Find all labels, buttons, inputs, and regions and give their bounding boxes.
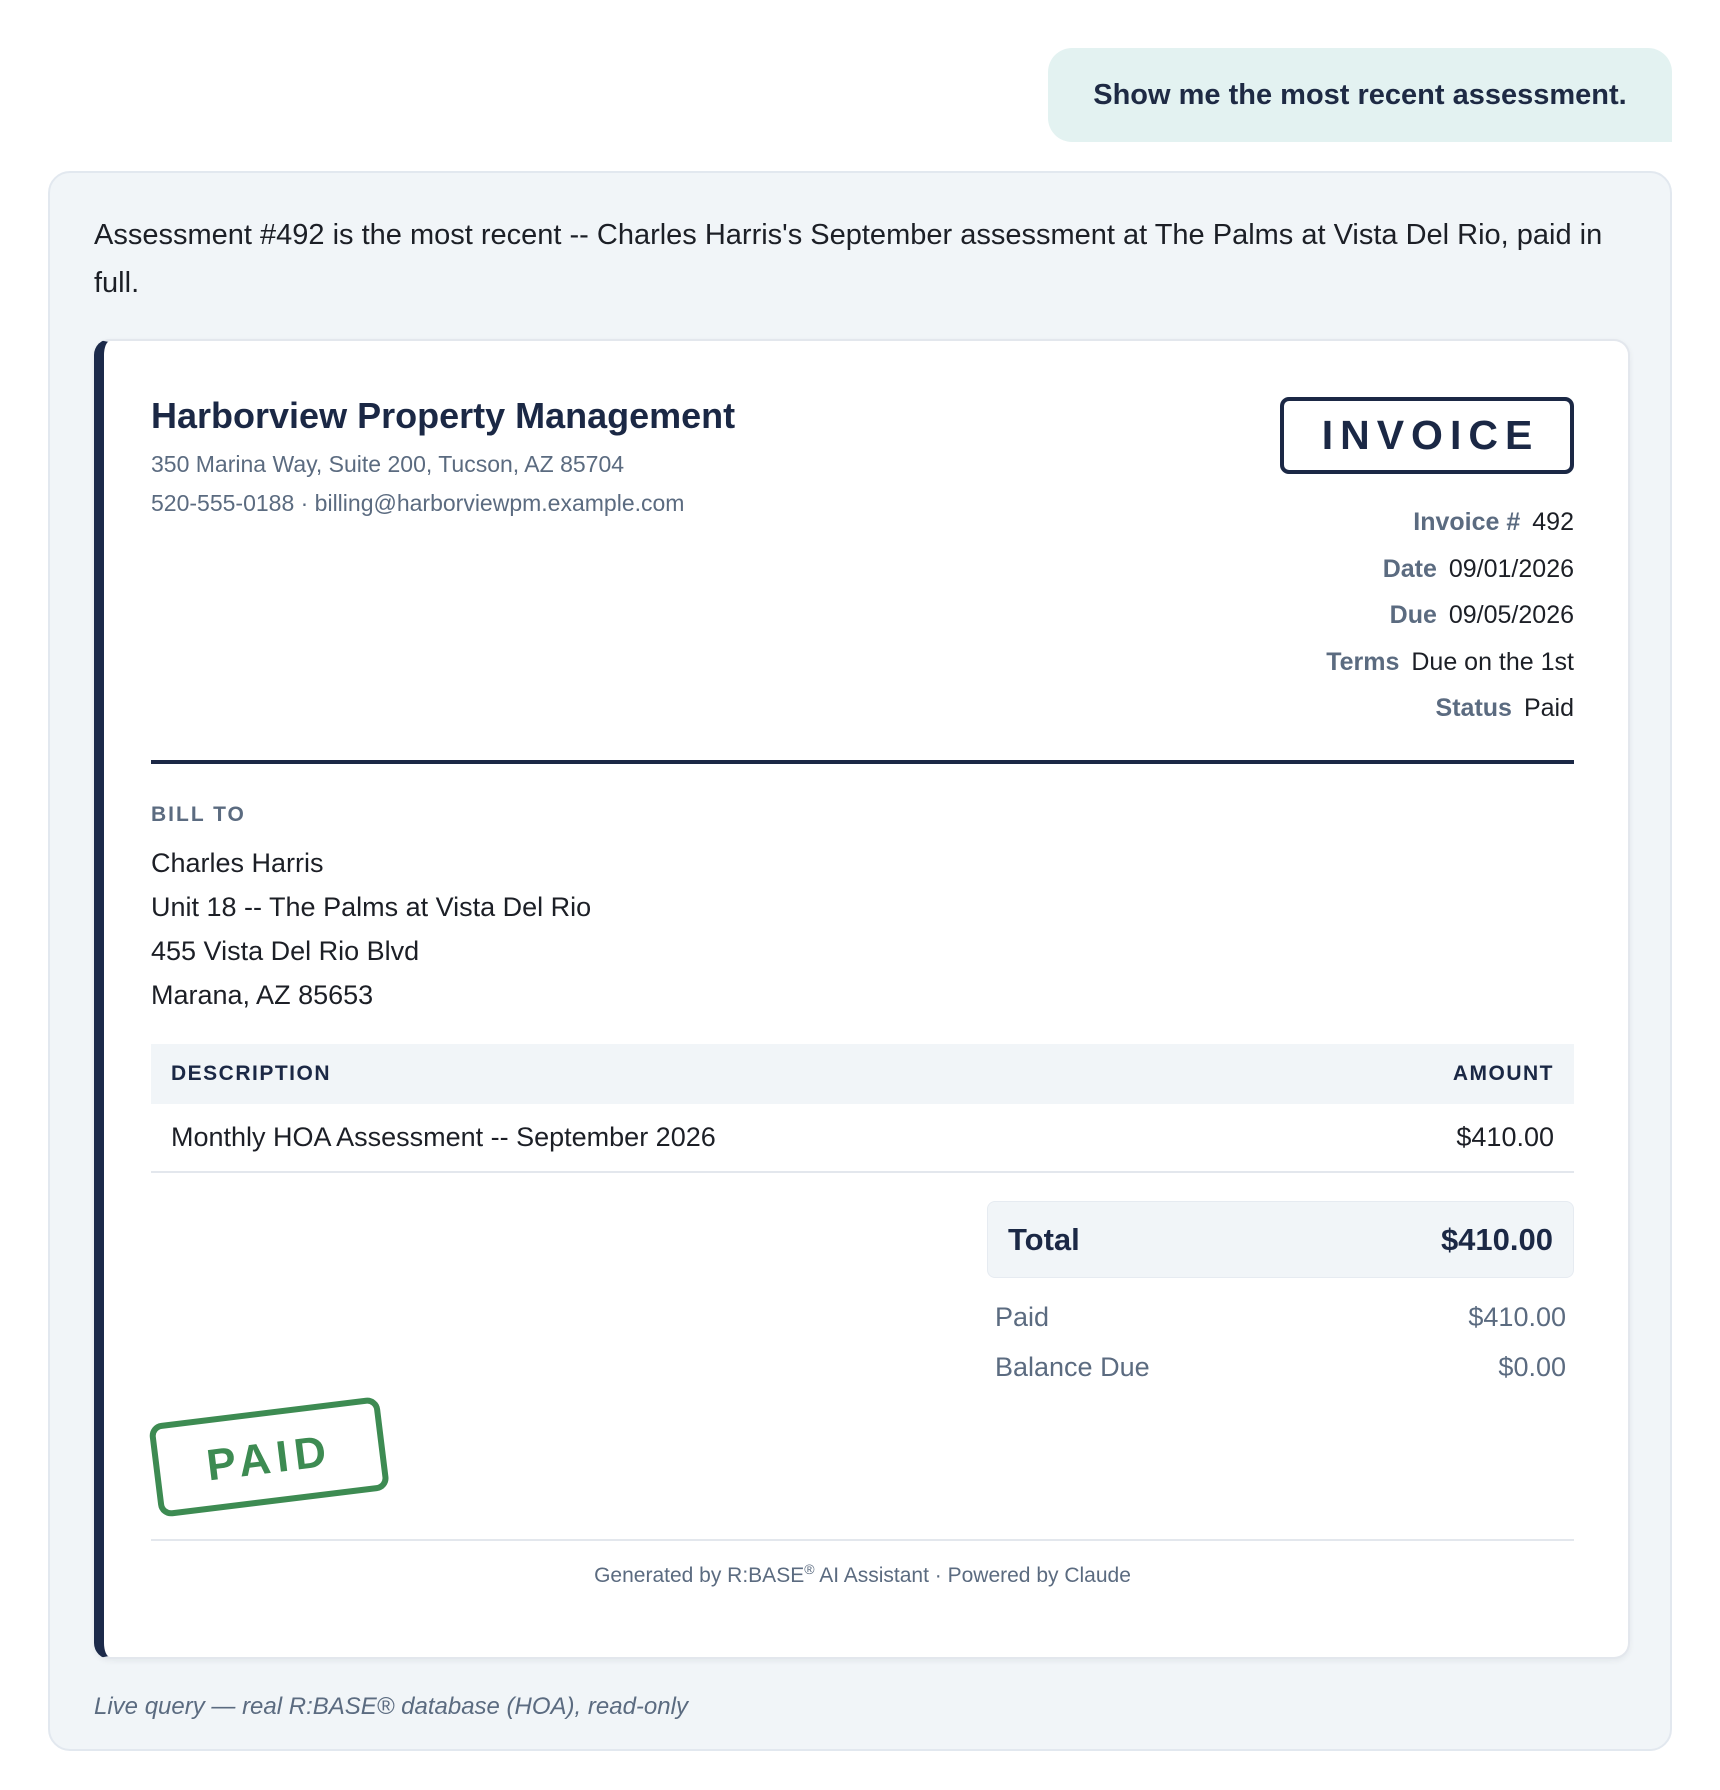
meta-value: 492 xyxy=(1532,508,1574,536)
meta-value: 09/01/2026 xyxy=(1448,554,1574,583)
bill-to-name: Charles Harris xyxy=(151,848,324,878)
user-message-text: Show me the most recent assessment. xyxy=(1093,78,1627,111)
paid-stamp-text: PAID xyxy=(204,1426,335,1490)
invoice-document: Harborview Property Management 350 Marin… xyxy=(94,339,1630,1659)
paid-stamp-graphic: PAID xyxy=(149,1397,389,1517)
bill-to-street: 455 Vista Del Rio Blvd xyxy=(151,936,420,966)
source-note: Live query — real R:BASE® database (HOA)… xyxy=(94,1693,688,1720)
total-row: Total $410.00 xyxy=(987,1201,1574,1278)
assistant-response-card: Assessment #492 is the most recent -- Ch… xyxy=(48,171,1672,1751)
bill-to-label: BILL TO xyxy=(151,803,246,826)
bill-to-unit: Unit 18 -- The Palms at Vista Del Rio xyxy=(151,892,592,922)
meta-row-due: Due 09/05/2026 xyxy=(1326,592,1574,639)
invoice-footer: Generated by R:BASE® AI Assistant · Powe… xyxy=(151,1561,1574,1588)
meta-row-terms: Terms Due on the 1st xyxy=(1326,639,1574,686)
meta-label: Invoice # xyxy=(1413,508,1521,536)
meta-row-status: Status Paid xyxy=(1326,685,1574,732)
balance-due-value: $0.00 xyxy=(1498,1351,1566,1382)
totals-section: Total $410.00 Paid $410.00 Balance Due $… xyxy=(987,1201,1574,1392)
meta-label: Due xyxy=(1389,601,1437,629)
line-item-amount: $410.00 xyxy=(1456,1122,1554,1152)
invoice-meta: Invoice # 492 Date 09/01/2026 Due 09/05/202… xyxy=(1326,499,1574,732)
balance-due-label: Balance Due xyxy=(995,1351,1150,1382)
column-header-amount: AMOUNT xyxy=(1452,1062,1554,1085)
meta-row-date: Date 09/01/2026 xyxy=(1326,546,1574,593)
invoice-badge: INVOICE xyxy=(1280,397,1574,474)
footer-prefix: Generated by R:BASE xyxy=(594,1564,805,1587)
line-item-description: Monthly HOA Assessment -- September 2026 xyxy=(171,1122,716,1152)
meta-label: Date xyxy=(1382,554,1437,583)
bill-to-address: Charles Harris Unit 18 -- The Palms at V… xyxy=(151,841,591,1017)
registered-mark: ® xyxy=(804,1561,815,1577)
company-contact: 520-555-0188 · billing@harborviewpm.exam… xyxy=(151,490,685,516)
bill-to-city: Marana, AZ 85653 xyxy=(151,980,374,1010)
company-name: Harborview Property Management xyxy=(151,395,736,436)
total-label: Total xyxy=(1008,1221,1080,1257)
meta-label: Terms xyxy=(1326,647,1400,676)
meta-row-invoice-number: Invoice # 492 xyxy=(1326,499,1574,546)
company-address: 350 Marina Way, Suite 200, Tucson, AZ 85… xyxy=(151,451,625,477)
assistant-summary: Assessment #492 is the most recent -- Ch… xyxy=(94,219,1603,299)
table-header: DESCRIPTION AMOUNT xyxy=(151,1044,1574,1104)
line-items-table: DESCRIPTION AMOUNT Monthly HOA Assessmen… xyxy=(151,1044,1574,1173)
paid-stamp: PAID xyxy=(144,1386,394,1531)
header-divider xyxy=(151,760,1574,764)
total-value: $410.00 xyxy=(1440,1221,1553,1257)
table-row: Monthly HOA Assessment -- September 2026… xyxy=(151,1104,1574,1173)
footer-suffix: AI Assistant · Powered by Claude xyxy=(814,1564,1131,1587)
meta-value: Due on the 1st xyxy=(1411,647,1574,676)
meta-value: Paid xyxy=(1523,694,1574,722)
paid-label: Paid xyxy=(995,1301,1050,1332)
paid-row: Paid $410.00 xyxy=(987,1292,1574,1342)
column-header-description: DESCRIPTION xyxy=(171,1062,332,1085)
paid-value: $410.00 xyxy=(1468,1301,1566,1332)
balance-due-row: Balance Due $0.00 xyxy=(987,1342,1574,1392)
meta-label: Status xyxy=(1435,694,1512,722)
user-message-bubble: Show me the most recent assessment. xyxy=(1048,48,1672,142)
meta-value: 09/05/2026 xyxy=(1448,601,1574,629)
footer-divider xyxy=(151,1539,1574,1541)
